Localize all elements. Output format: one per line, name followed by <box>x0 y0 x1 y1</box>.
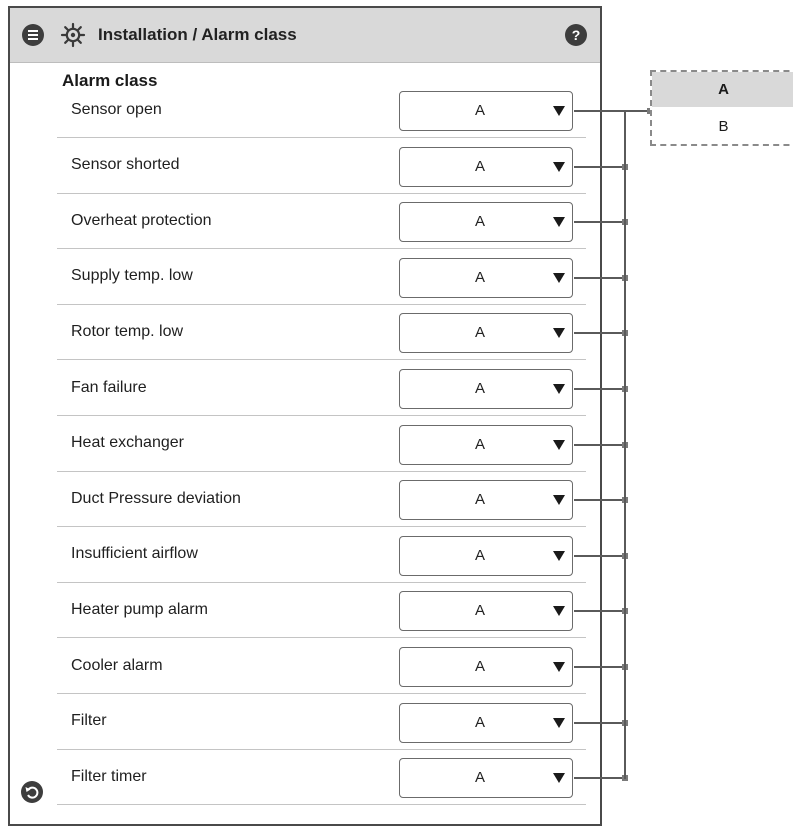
header-bar: Installation / Alarm class ? <box>10 8 600 63</box>
alarm-class-select[interactable]: A <box>399 313 573 354</box>
alarm-class-select[interactable]: A <box>399 480 573 521</box>
connector-line <box>574 777 626 780</box>
alarm-row-label: Duct Pressure deviation <box>71 489 241 507</box>
alarm-row-label: Overheat protection <box>71 211 212 229</box>
menu-icon[interactable] <box>22 24 44 46</box>
alarm-row: Heat exchanger A <box>57 416 586 472</box>
alarm-row-label: Heat exchanger <box>71 434 184 452</box>
connector-line <box>574 443 626 446</box>
alarm-row-label: Sensor open <box>71 100 162 118</box>
connector-line <box>574 610 626 613</box>
alarm-row: Overheat protection A <box>57 193 586 250</box>
chevron-down-icon <box>553 106 565 116</box>
alarm-class-value: A <box>474 602 485 620</box>
alarm-class-select[interactable]: A <box>399 591 573 632</box>
connector-line <box>574 388 626 390</box>
alarm-row: Filter A <box>57 694 586 750</box>
alarm-class-value: A <box>474 380 485 397</box>
connector-line <box>574 165 626 168</box>
dropdown-option-b[interactable]: B <box>652 109 793 144</box>
chevron-down-icon <box>553 217 565 228</box>
alarm-class-select[interactable]: A <box>399 257 573 298</box>
alarm-row: Insufficient airflow A <box>57 527 586 583</box>
alarm-row-label: Sensor shorted <box>71 156 180 174</box>
connector-line <box>574 110 650 112</box>
alarm-row: Sensor open A <box>57 82 586 138</box>
alarm-class-select[interactable]: A <box>399 535 573 576</box>
dropdown-option-a[interactable]: A <box>652 72 793 107</box>
chevron-down-icon <box>553 606 565 617</box>
alarm-class-value: A <box>474 324 485 342</box>
alarm-class-select[interactable]: A <box>399 146 573 187</box>
chevron-down-icon <box>553 550 565 561</box>
connector-line <box>574 721 626 724</box>
alarm-class-value: A <box>474 157 485 175</box>
alarm-row: Duct Pressure deviation A <box>57 471 586 528</box>
alarm-row-label: Rotor temp. low <box>71 322 184 340</box>
alarm-class-select[interactable]: A <box>399 202 573 243</box>
alarm-class-value: A <box>474 769 485 787</box>
alarm-class-value: A <box>474 546 485 564</box>
alarm-row-label: Filter <box>71 712 107 730</box>
back-icon[interactable] <box>21 781 43 803</box>
alarm-row-label: Heater pump alarm <box>71 600 208 618</box>
chevron-down-icon <box>553 439 565 450</box>
alarm-row: Heater pump alarm A <box>57 582 586 639</box>
connector-line <box>574 499 626 502</box>
alarm-class-select[interactable]: A <box>399 702 573 743</box>
alarm-row-label: Filter timer <box>71 767 147 785</box>
alarm-class-select[interactable]: A <box>399 369 573 409</box>
connector-line <box>574 221 626 224</box>
alarm-class-value: A <box>474 102 485 119</box>
alarm-class-panel: Installation / Alarm class ? Alarm class… <box>8 6 602 826</box>
connector-line <box>574 554 626 557</box>
connector-line <box>574 332 626 335</box>
page-title: Installation / Alarm class <box>98 25 297 44</box>
alarm-row: Cooler alarm A <box>57 638 586 694</box>
alarm-class-value: A <box>474 213 485 231</box>
connector-bus <box>624 111 626 780</box>
chevron-down-icon <box>553 161 565 172</box>
chevron-down-icon <box>553 384 565 394</box>
chevron-down-icon <box>553 328 565 339</box>
connector-line <box>574 276 626 279</box>
alarm-class-value: A <box>474 491 485 509</box>
alarm-class-value: A <box>474 268 485 286</box>
alarm-class-select[interactable]: A <box>399 424 573 465</box>
alarm-class-value: A <box>474 435 485 453</box>
alarm-row: Filter timer A <box>57 749 586 806</box>
alarm-class-value: A <box>474 658 485 675</box>
alarm-row-label: Cooler alarm <box>71 656 163 674</box>
alarm-row: Fan failure A <box>57 360 586 416</box>
alarm-row: Supply temp. low A <box>57 249 586 305</box>
chevron-down-icon <box>553 773 565 784</box>
alarm-row-label: Insufficient airflow <box>71 545 198 563</box>
connector-line <box>574 666 626 668</box>
alarm-class-dropdown: A B <box>650 70 793 146</box>
alarm-row-label: Supply temp. low <box>71 267 193 285</box>
alarm-class-select[interactable]: A <box>399 647 573 687</box>
alarm-row-label: Fan failure <box>71 378 147 396</box>
alarm-class-value: A <box>474 713 485 731</box>
alarm-row: Rotor temp. low A <box>57 304 586 361</box>
chevron-down-icon <box>553 717 565 728</box>
alarm-row: Sensor shorted A <box>57 138 586 194</box>
chevron-down-icon <box>553 662 565 672</box>
help-icon[interactable]: ? <box>565 24 587 46</box>
alarm-class-select[interactable]: A <box>399 758 573 799</box>
chevron-down-icon <box>553 272 565 283</box>
gear-icon <box>60 22 86 48</box>
chevron-down-icon <box>553 495 565 506</box>
alarm-class-select[interactable]: A <box>399 91 573 131</box>
